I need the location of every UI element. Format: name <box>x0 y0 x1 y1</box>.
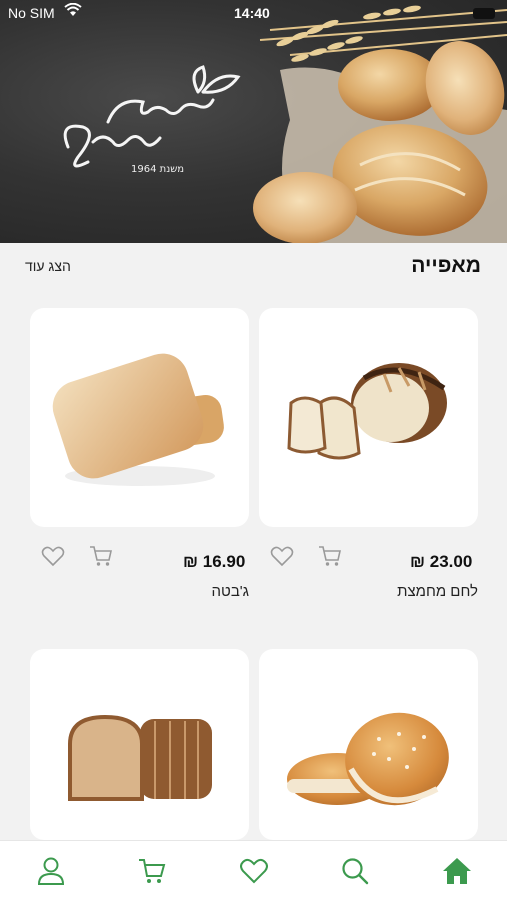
sourdough-bread-image <box>287 363 447 460</box>
tab-home[interactable] <box>441 855 473 887</box>
heart-icon[interactable] <box>40 543 66 569</box>
carrier-label: No SIM <box>8 5 55 21</box>
cart-icon <box>139 859 166 883</box>
show-more-link[interactable]: הצג עוד <box>25 258 71 274</box>
product-price: 23.00 ₪ <box>410 552 473 571</box>
ciabatta-image <box>52 353 224 486</box>
product-card-buns[interactable] <box>259 649 478 840</box>
home-icon <box>443 858 471 884</box>
product-price: 16.90 ₪ <box>183 552 246 571</box>
bottom-tab-bar <box>0 840 507 900</box>
status-bar: No SIM 14:40 <box>0 0 507 28</box>
clock: 14:40 <box>234 5 270 21</box>
section-header: מאפייה הצג עוד <box>0 243 507 291</box>
search-icon <box>342 858 369 885</box>
logo-tagline: משנת 1964 <box>131 164 185 175</box>
cart-icon[interactable] <box>317 543 343 569</box>
heart-icon <box>240 858 268 884</box>
product-name: ג'בטה <box>211 583 249 600</box>
battery-icon <box>473 8 495 19</box>
tab-favorites[interactable] <box>238 855 270 887</box>
wifi-icon <box>64 2 82 20</box>
product-card-sourdough[interactable] <box>259 308 478 527</box>
heart-icon[interactable] <box>269 543 295 569</box>
product-card-sliced-bread[interactable] <box>30 649 249 840</box>
profile-icon <box>37 857 65 885</box>
product-name: לחם מחמצת <box>397 583 478 600</box>
cart-icon[interactable] <box>88 543 114 569</box>
tab-cart[interactable] <box>136 855 168 887</box>
product-card-ciabatta[interactable] <box>30 308 249 527</box>
hero-banner: No SIM 14:40 משנת 1964 <box>0 0 507 243</box>
sliced-bread-image <box>68 714 212 801</box>
section-title: מאפייה <box>411 254 481 277</box>
burger-buns-image <box>287 712 449 806</box>
tab-profile[interactable] <box>35 855 67 887</box>
tab-search[interactable] <box>339 855 371 887</box>
